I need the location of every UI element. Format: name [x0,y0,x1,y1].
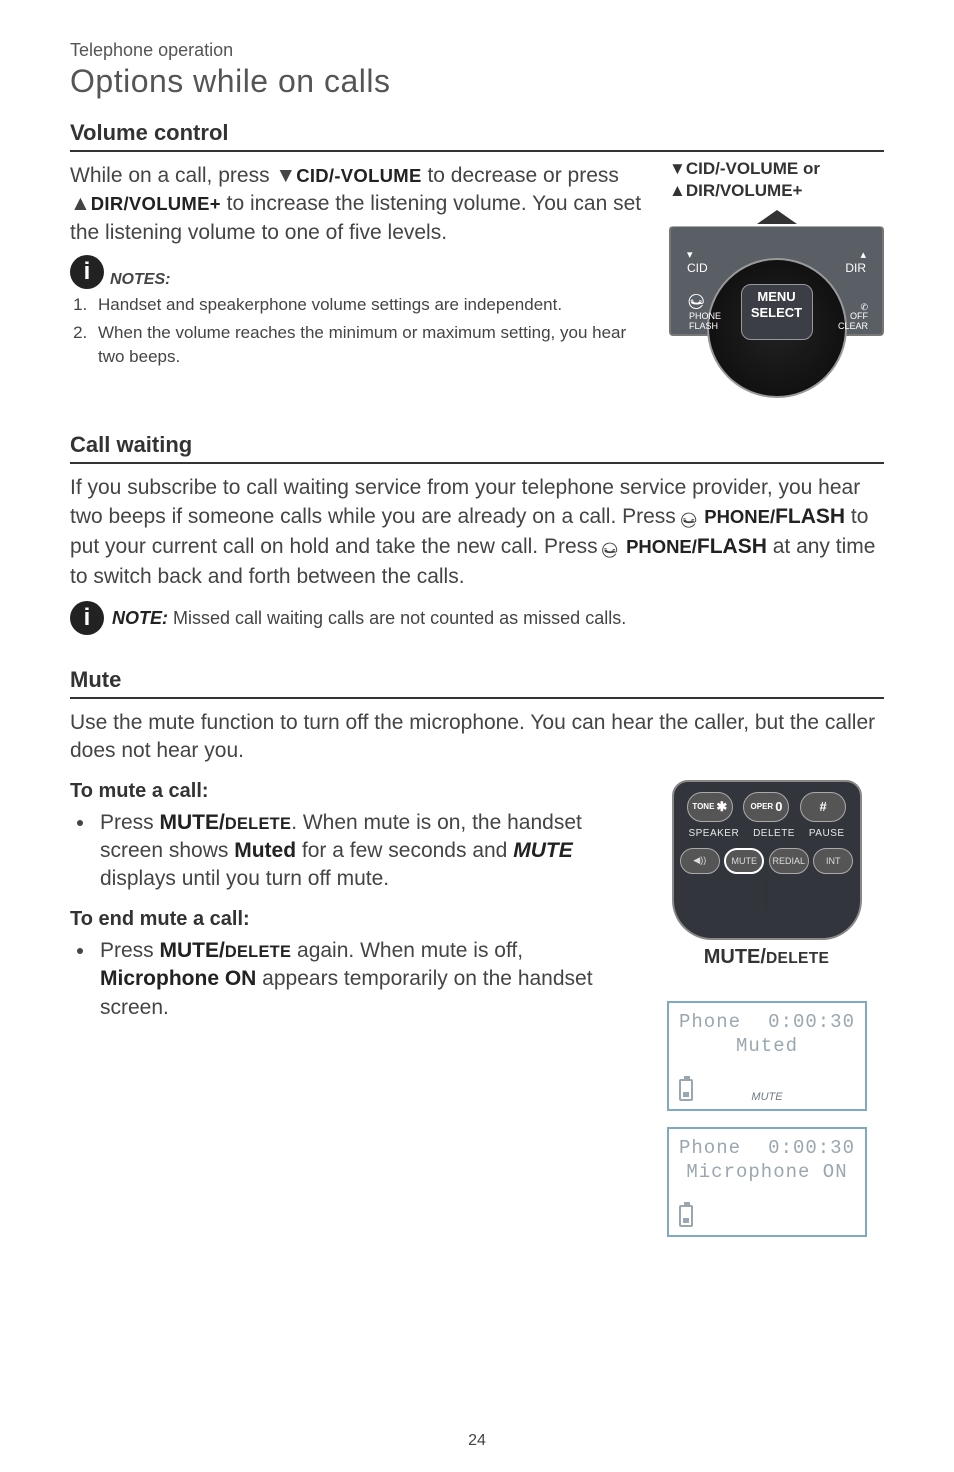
mute-delete-caption: MUTE/DELETE [649,946,884,969]
phone-flash-label: ✆ PHONEFLASH [689,290,721,332]
notes-label: NOTES: [110,271,170,289]
note-label: NOTE: [112,608,168,628]
info-icon: i [70,601,104,635]
volume-illustration-block: ▼CID/-VOLUME or ▲DIR/VOLUME+ ▾ CID ▴ DIR… [669,158,884,336]
lcd2-time: 0:00:30 [768,1137,855,1159]
mute-illustration-column: TONE✱ OPER0 # SPEAKER DELETE PAUSE ◀)) M… [649,780,884,1237]
triangle-down-icon: ▼ [669,159,686,178]
section-volume-control: Volume control [70,120,884,152]
lcd-screen-muted: Phone 0:00:30 Muted MUTE [667,1001,867,1111]
int-key: INT [813,848,853,874]
redial-key: REDIAL [769,848,809,874]
volume-caption: ▼CID/-VOLUME or ▲DIR/VOLUME+ [669,158,884,202]
battery-icon [679,1079,693,1101]
page-header: Telephone operation Options while on cal… [70,40,884,100]
zero-key: OPER0 [743,792,789,822]
lcd1-status: Muted [679,1035,855,1057]
hash-key: # [800,792,846,822]
lcd1-time: 0:00:30 [768,1011,855,1033]
off-clear-label: ✆ OFFCLEAR [838,303,868,333]
cid-label: ▾ CID [687,248,708,275]
page-number: 24 [468,1432,486,1450]
mute-key: MUTE [724,848,764,874]
up-arrow-icon [757,210,797,224]
caption-or: or [798,159,820,178]
dir-label: ▴ DIR [845,248,866,275]
lcd-screen-mic-on: Phone 0:00:30 Microphone ON [667,1127,867,1237]
lcd2-status: Microphone ON [679,1161,855,1183]
speaker-label: SPEAKER [688,828,739,839]
info-icon: i [70,255,104,289]
lcd1-softkey: MUTE [751,1091,782,1103]
caption-cid-volume: CID/-VOLUME [686,159,798,178]
pointer-line [765,876,767,910]
lcd1-phone: Phone [679,1011,741,1033]
section-call-waiting: Call waiting [70,432,884,464]
pause-label: PAUSE [809,828,845,839]
menu-select-button: MENUSELECT [741,284,813,340]
note-text: Missed call waiting calls are not counte… [168,608,626,628]
handset-illustration: TONE✱ OPER0 # SPEAKER DELETE PAUSE ◀)) M… [672,780,862,940]
battery-icon [679,1205,693,1227]
base-unit-illustration: ▾ CID ▴ DIR MENUSELECT ✆ PHONEFLASH ✆ OF… [669,206,884,336]
mute-intro: Use the mute function to turn off the mi… [70,709,884,766]
page-title: Options while on calls [70,63,884,100]
triangle-up-icon: ▲ [669,181,686,200]
call-waiting-paragraph: If you subscribe to call waiting service… [70,474,884,591]
section-mute: Mute [70,667,884,699]
delete-label: DELETE [753,828,795,839]
caption-dir-volume: DIR/VOLUME+ [686,181,803,200]
header-category: Telephone operation [70,40,884,61]
star-key: TONE✱ [687,792,733,822]
lcd2-phone: Phone [679,1137,741,1159]
notes-header: i NOTES: [70,255,651,289]
speaker-key: ◀)) [680,848,720,874]
call-waiting-note: i NOTE: Missed call waiting calls are no… [70,601,884,635]
